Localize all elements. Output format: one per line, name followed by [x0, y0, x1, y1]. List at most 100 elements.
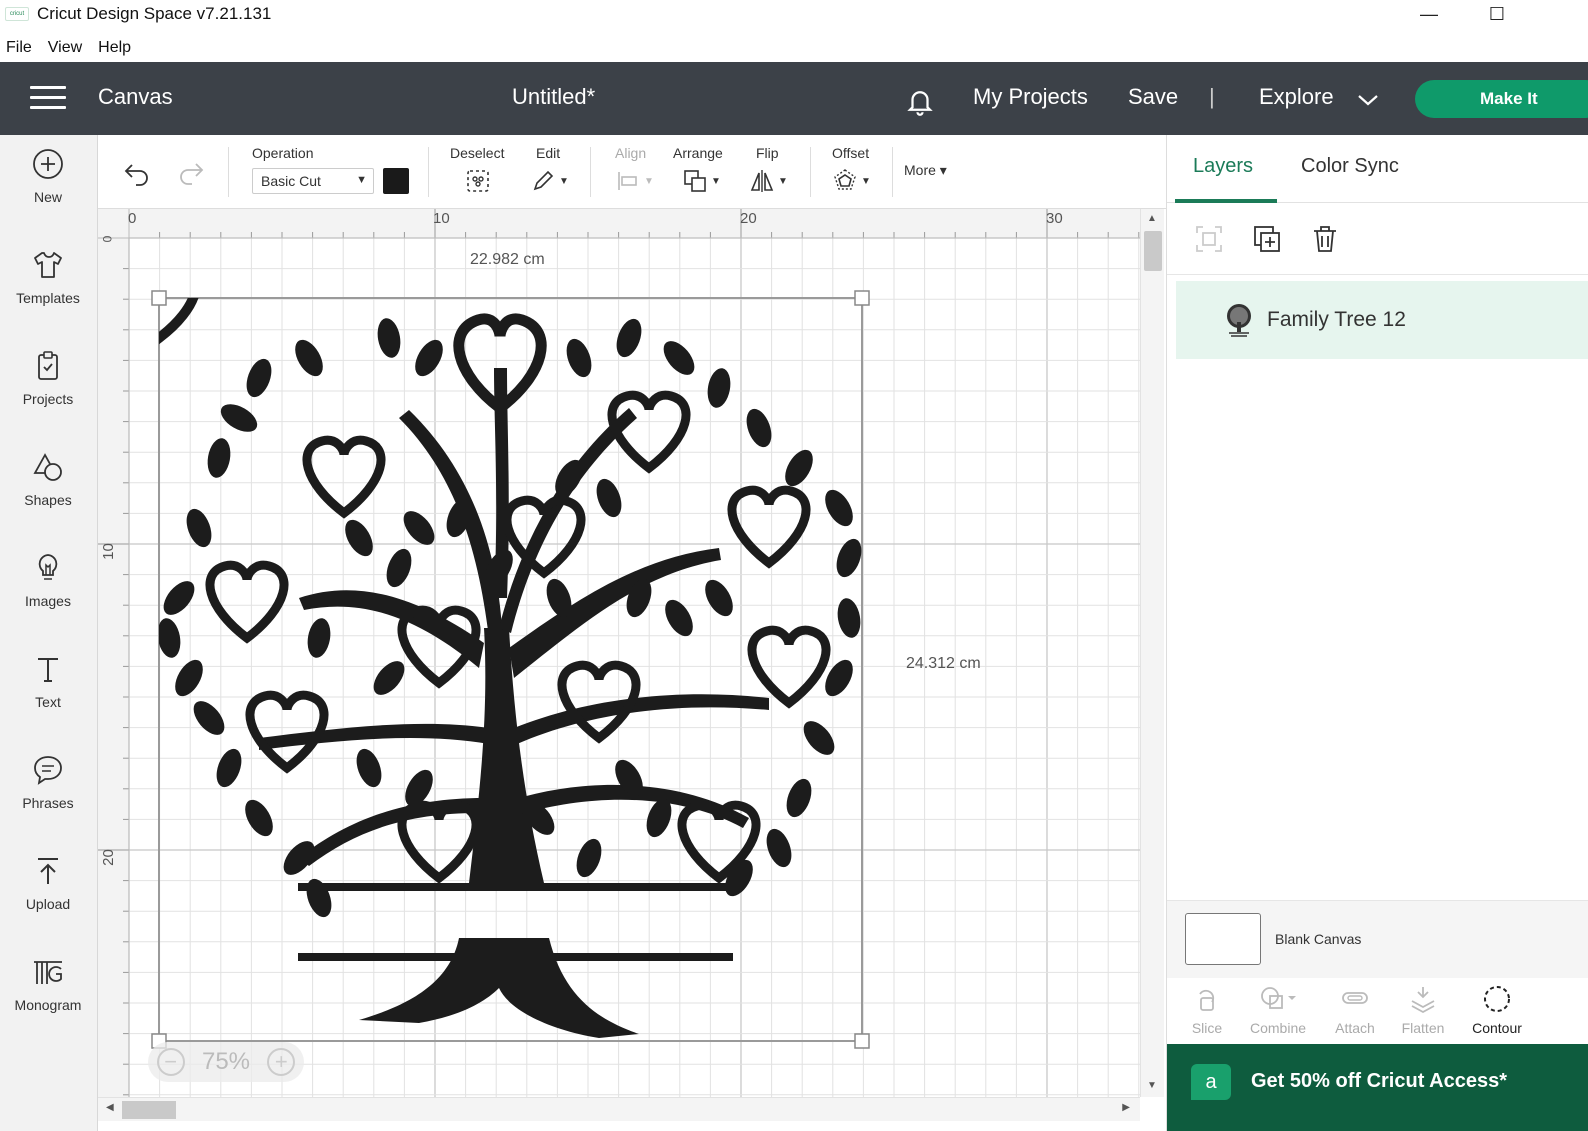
deselect-icon [467, 170, 489, 192]
operation-label: Operation [252, 145, 314, 161]
tree-leaf [377, 318, 401, 358]
blank-canvas-swatch[interactable] [1185, 913, 1261, 965]
layer-actions [1167, 203, 1588, 275]
make-it-button[interactable]: Make It [1415, 80, 1588, 118]
menu-view[interactable]: View [48, 39, 82, 57]
tree-leaf [246, 358, 272, 398]
sidebar-item-label: Projects [22, 391, 74, 407]
edit-label: Edit [536, 145, 561, 161]
flatten-button[interactable]: Flatten [1383, 978, 1463, 1044]
tree-leaf [596, 478, 622, 518]
scroll-left-icon[interactable]: ◀ [106, 1102, 114, 1113]
operation-select[interactable]: Basic Cut ▼ [252, 168, 374, 194]
minimize-button[interactable]: — [1406, 0, 1452, 28]
cricut-logo-icon: cricut [5, 7, 29, 21]
flip-button[interactable]: ▼ [749, 167, 788, 195]
tree-leaf [193, 701, 225, 735]
design-canvas[interactable]: 22.982 cm 24.312 cm [98, 209, 1140, 1097]
slice-button[interactable]: Slice [1167, 978, 1247, 1044]
sidebar-item-projects[interactable]: Projects [0, 337, 96, 429]
sidebar-item-label: Monogram [14, 997, 82, 1013]
attach-label: Attach [1335, 1020, 1375, 1036]
family-tree-design[interactable] [159, 298, 862, 1041]
deselect-button[interactable] [465, 167, 491, 195]
tree-leaf [245, 799, 273, 837]
tab-color-sync[interactable]: Color Sync [1301, 155, 1399, 178]
sidebar-item-upload[interactable]: Upload [0, 842, 96, 934]
scroll-thumb[interactable] [1144, 231, 1162, 271]
ruler-left-label: 0 [100, 235, 115, 243]
tree-leaf [386, 548, 412, 588]
more-button[interactable]: More ▾ [904, 162, 947, 179]
align-button[interactable]: ▼ [615, 167, 654, 195]
tab-layers[interactable]: Layers [1193, 155, 1253, 178]
sidebar-item-shapes[interactable]: Shapes [0, 438, 96, 530]
sidebar-item-templates[interactable]: Templates [0, 236, 96, 328]
sidebar-item-text[interactable]: Text [0, 640, 96, 732]
scroll-down-icon[interactable]: ▼ [1147, 1080, 1157, 1091]
toolbar-separator [428, 147, 429, 197]
undo-icon[interactable] [122, 159, 152, 187]
horizontal-scrollbar[interactable]: ◀ ▶ [98, 1097, 1140, 1121]
project-title[interactable]: Untitled* [512, 84, 595, 110]
height-dimension-label: 24.312 cm [906, 655, 981, 672]
tree-leaf [163, 581, 195, 615]
maximize-button[interactable]: ☐ [1474, 0, 1520, 28]
combine-button[interactable]: Combine [1239, 978, 1317, 1044]
trash-icon[interactable] [1309, 223, 1341, 255]
chevron-down-icon[interactable] [1357, 92, 1379, 108]
zoom-in-button[interactable]: + [267, 1048, 296, 1076]
operation-color-swatch[interactable] [383, 168, 409, 194]
sidebar-item-monogram[interactable]: Monogram [0, 943, 96, 1035]
bell-icon[interactable] [905, 86, 935, 116]
tree-leaf [705, 579, 733, 617]
flatten-label: Flatten [1401, 1020, 1445, 1036]
hamburger-menu-icon[interactable] [30, 86, 66, 110]
sidebar-item-new[interactable]: New [0, 135, 96, 227]
arrange-button[interactable]: ▼ [682, 167, 721, 195]
duplicate-icon[interactable] [1251, 223, 1283, 255]
ruler-top-label: 30 [1046, 210, 1063, 227]
layer-item[interactable]: Family Tree 12 [1176, 281, 1588, 359]
sidebar-item-phrases[interactable]: Phrases [0, 741, 96, 833]
zoom-out-button[interactable]: − [156, 1048, 185, 1076]
blank-canvas-row[interactable]: Blank Canvas [1167, 900, 1588, 978]
offset-button[interactable]: ▼ [832, 167, 871, 195]
contour-icon [1484, 986, 1510, 1012]
ruler-top-label: 10 [433, 210, 450, 227]
combine-label: Combine [1249, 1020, 1307, 1036]
blank-canvas-label: Blank Canvas [1275, 931, 1362, 947]
align-label: Align [615, 145, 647, 161]
save-button[interactable]: Save [1128, 84, 1178, 110]
tree-leaf [415, 339, 443, 377]
contour-button[interactable]: Contour [1457, 978, 1537, 1044]
scroll-up-icon[interactable]: ▲ [1147, 213, 1157, 224]
redo-icon[interactable] [176, 159, 206, 185]
caret-down-icon: ▼ [644, 175, 654, 187]
sidebar-item-label: Templates [16, 290, 80, 306]
menu-help[interactable]: Help [98, 39, 131, 57]
my-projects-link[interactable]: My Projects [973, 84, 1088, 110]
layer-name: Family Tree 12 [1267, 308, 1406, 331]
scroll-thumb[interactable] [122, 1101, 176, 1119]
tree-leaf [566, 338, 592, 378]
vertical-scrollbar[interactable]: ▲ ▼ [1140, 209, 1164, 1097]
scroll-right-icon[interactable]: ▶ [1122, 1102, 1130, 1113]
ruler-top-label: 0 [128, 210, 137, 227]
cricut-access-promo[interactable]: a Get 50% off Cricut Access* [1167, 1044, 1588, 1131]
contour-label: Contour [1472, 1020, 1522, 1036]
zoom-control: − 75% + [148, 1042, 304, 1082]
cricut-access-badge-icon: a [1191, 1064, 1231, 1100]
upload-icon [38, 858, 58, 884]
sidebar-item-images[interactable]: Images [0, 539, 96, 631]
menu-file[interactable]: File [6, 39, 32, 57]
panel-tabs: Layers Color Sync [1167, 135, 1588, 203]
tree-leaf [345, 519, 373, 557]
edit-button[interactable]: ▼ [530, 167, 569, 195]
window-title-bar: cricut Cricut Design Space v7.21.131 [0, 0, 1588, 28]
flatten-icon [1411, 987, 1435, 1014]
tree-leaf [356, 748, 382, 788]
explore-menu[interactable]: Explore [1259, 84, 1334, 110]
group-icon[interactable] [1193, 223, 1225, 255]
tree-leaf [403, 511, 435, 545]
